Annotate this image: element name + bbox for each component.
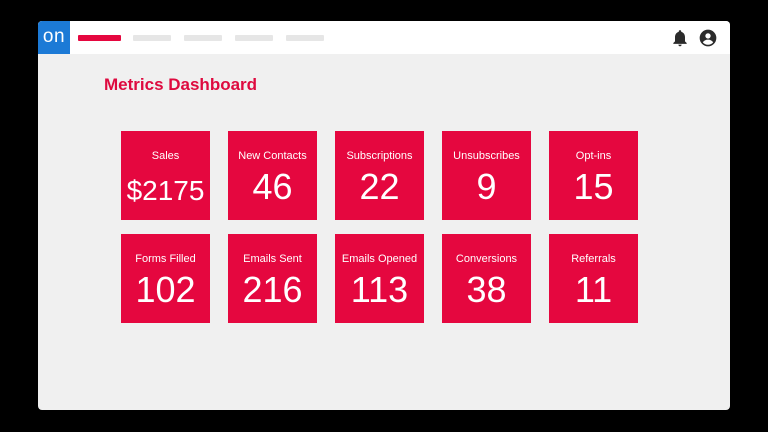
metric-value: 38: [466, 269, 507, 310]
metric-value: 113: [350, 269, 409, 310]
bell-icon[interactable]: [670, 28, 690, 48]
metric-value: 46: [252, 166, 293, 207]
metric-tile-opt-ins[interactable]: Opt-ins 15: [549, 131, 638, 220]
metric-tile-new-contacts[interactable]: New Contacts 46: [228, 131, 317, 220]
nav-tab-5[interactable]: [286, 35, 324, 41]
metric-label: Sales: [151, 150, 180, 162]
metric-label: Emails Sent: [243, 253, 302, 265]
metric-tile-unsubscribes[interactable]: Unsubscribes 9: [442, 131, 531, 220]
metric-tile-subscriptions[interactable]: Subscriptions 22: [335, 131, 424, 220]
metric-value: 22: [359, 166, 400, 207]
metric-label: Opt-ins: [575, 150, 612, 162]
app-logo[interactable]: on: [38, 21, 70, 54]
app-window: on Metrics Dashboard Sales $2175 New Con…: [38, 21, 730, 410]
metric-tile-forms-filled[interactable]: Forms Filled 102: [121, 234, 210, 323]
metric-value: 11: [574, 269, 613, 310]
metric-value: 15: [573, 166, 614, 207]
metric-label: Emails Opened: [341, 253, 418, 265]
metric-tile-emails-sent[interactable]: Emails Sent 216: [228, 234, 317, 323]
metric-label: New Contacts: [238, 150, 307, 162]
page-title: Metrics Dashboard: [104, 75, 258, 94]
metric-label: Conversions: [455, 253, 518, 265]
metric-value: 9: [476, 166, 497, 207]
metric-tile-emails-opened[interactable]: Emails Opened 113: [335, 234, 424, 323]
account-icon[interactable]: [698, 28, 718, 48]
metric-value: 102: [135, 269, 196, 310]
metric-value: 216: [242, 269, 303, 310]
nav-tab-active[interactable]: [78, 35, 121, 41]
metric-label: Subscriptions: [346, 150, 413, 162]
nav-tab-3[interactable]: [184, 35, 222, 41]
metric-tile-sales[interactable]: Sales $2175: [121, 131, 210, 220]
metric-value: $2175: [126, 175, 205, 206]
nav-tab-4[interactable]: [235, 35, 273, 41]
metric-label: Unsubscribes: [453, 150, 520, 162]
metric-tile-conversions[interactable]: Conversions 38: [442, 234, 531, 323]
metric-label: Forms Filled: [135, 253, 196, 265]
nav-tab-2[interactable]: [133, 35, 171, 41]
top-bar: on: [38, 21, 730, 54]
metric-label: Referrals: [571, 253, 616, 265]
metric-tile-referrals[interactable]: Referrals 11: [549, 234, 638, 323]
